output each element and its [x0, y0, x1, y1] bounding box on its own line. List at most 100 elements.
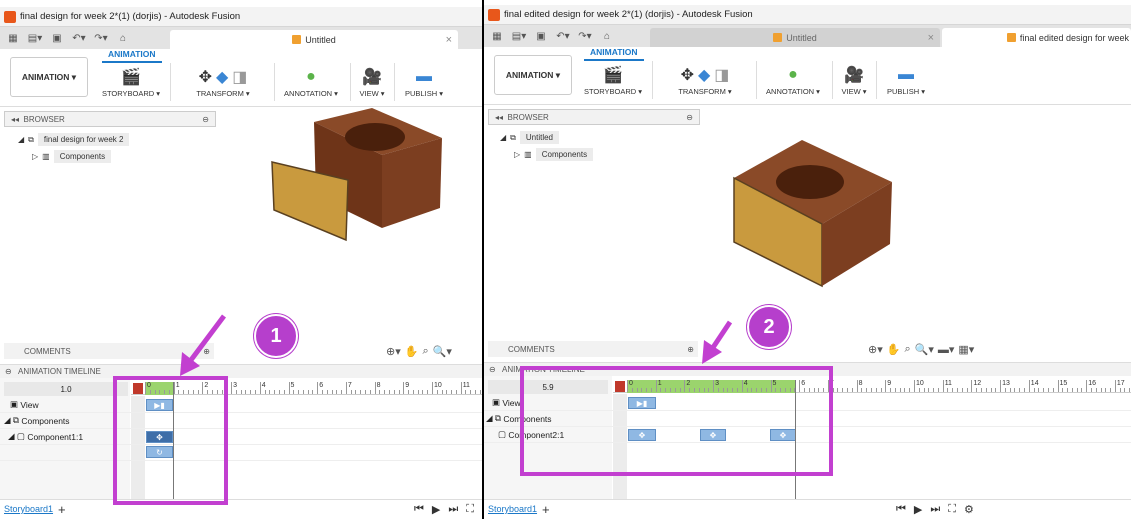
rotate-action-icon[interactable]: ↻	[146, 446, 173, 458]
save-icon[interactable]: ▣	[532, 31, 550, 42]
storyboard-group[interactable]: 🎬 STORYBOARD ▾	[582, 63, 644, 96]
grid-settings-icon[interactable]: ▦▾	[958, 343, 974, 356]
timeline-playhead[interactable]	[173, 382, 174, 499]
undo-icon[interactable]: ↶▾	[554, 31, 572, 42]
range-start-marker-icon[interactable]	[133, 383, 143, 394]
browser-components-node[interactable]: ▷ ▥ Components	[32, 150, 112, 163]
skip-start-icon[interactable]: ⏮	[414, 503, 424, 516]
app-grid-icon[interactable]: ▦	[488, 31, 506, 42]
storyboard-tab[interactable]: Storyboard1	[488, 504, 537, 514]
ruler-minor-tick	[732, 388, 734, 392]
orbit-icon[interactable]: ⊕▾	[868, 343, 883, 356]
tab-animation[interactable]: ANIMATION	[102, 49, 162, 63]
timeline-ruler[interactable]: 0 1 2 3 4 5 6 7 8 9 10 11	[131, 382, 482, 395]
fit-icon[interactable]: 🔍▾	[433, 345, 452, 358]
current-time[interactable]: 1.0	[4, 382, 128, 396]
timeline-row-component[interactable]: ▢ Component2:1	[484, 427, 1131, 443]
timeline-collapse-icon[interactable]: ⊖	[489, 365, 496, 374]
close-icon[interactable]: ×	[446, 34, 452, 46]
timeline-ruler[interactable]: 0 1 2 3 4 5 6 7 8 9 10 11 12 13 14 15 16 17	[613, 380, 1131, 393]
fullscreen-icon[interactable]: ⛶	[948, 503, 956, 516]
view-group[interactable]: 🎥 VIEW ▾	[836, 63, 872, 96]
document-tab[interactable]: Untitled ×	[170, 30, 458, 49]
timeline-playhead[interactable]	[795, 380, 796, 499]
skip-start-icon[interactable]: ⏮	[896, 503, 906, 516]
camera-action-icon[interactable]: ▶▮	[146, 399, 173, 411]
browser-root-node[interactable]: ◢ ⧉ Untitled	[500, 131, 559, 144]
browser-components-node[interactable]: ▷ ▥ Components	[514, 148, 594, 161]
timeline-collapse-icon[interactable]: ⊖	[5, 367, 12, 376]
add-comment-icon[interactable]: ⊕	[687, 345, 694, 354]
minimize-icon[interactable]: ⊖	[686, 113, 693, 122]
ruler-minor-tick	[1090, 388, 1092, 392]
collapse-icon[interactable]: ◂◂	[495, 113, 503, 122]
publish-group[interactable]: ▬ PUBLISH ▾	[882, 63, 930, 96]
annotation-group[interactable]: ● ANNOTATION ▾	[762, 63, 824, 96]
close-icon[interactable]: ×	[928, 32, 934, 44]
document-tab-active[interactable]: final edited design for week	[942, 28, 1131, 47]
add-storyboard-icon[interactable]: +	[58, 502, 66, 517]
file-icon[interactable]: ▤▾	[510, 31, 528, 42]
range-start-marker-icon[interactable]	[615, 381, 625, 392]
tab-animation[interactable]: ANIMATION	[584, 47, 644, 61]
add-comment-icon[interactable]: ⊕	[203, 347, 210, 356]
browser-panel-header[interactable]: ◂◂ BROWSER ⊖	[488, 109, 700, 125]
app-grid-icon[interactable]: ▦	[4, 33, 22, 44]
add-storyboard-icon[interactable]: +	[542, 502, 550, 517]
browser-root-node[interactable]: ◢ ⧉ final design for week 2	[18, 133, 130, 146]
current-time[interactable]: 5.9	[488, 380, 608, 394]
comments-panel[interactable]: COMMENTS ⊕	[4, 343, 214, 359]
storyboard-group[interactable]: 🎬 STORYBOARD ▾	[100, 65, 162, 98]
timeline-row-component[interactable]: ◢ ▢ Component1:1	[0, 429, 482, 445]
camera-action-icon[interactable]: ▶▮	[628, 397, 656, 409]
timeline-header[interactable]: ⊖ ANIMATION TIMELINE	[0, 364, 482, 378]
workspace-switcher[interactable]: ANIMATION ▾	[494, 55, 572, 95]
ruler-minor-tick	[937, 388, 939, 392]
fit-icon[interactable]: 🔍▾	[915, 343, 934, 356]
redo-icon[interactable]: ↷▾	[576, 31, 594, 42]
comments-panel[interactable]: COMMENTS ⊕	[488, 341, 698, 357]
zoom-icon[interactable]: ⌕	[422, 345, 428, 358]
home-icon[interactable]: ⌂	[598, 31, 616, 42]
timeline-row-components[interactable]: ◢ ⧉ Components	[0, 413, 482, 429]
move-action-icon[interactable]: ✥	[628, 429, 656, 441]
zoom-icon[interactable]: ⌕	[904, 343, 910, 356]
play-icon[interactable]: ▶	[914, 503, 922, 516]
browser-panel-header[interactable]: ◂◂ BROWSER ⊖	[4, 111, 216, 127]
undo-icon[interactable]: ↶▾	[70, 33, 88, 44]
timeline-header[interactable]: ⊖ ANIMATION TIMELINE	[484, 362, 1131, 376]
pan-icon[interactable]: ✋	[887, 343, 901, 356]
fullscreen-icon[interactable]: ⛶	[466, 503, 474, 516]
ruler-minor-tick	[990, 388, 992, 392]
timeline-row-view[interactable]: ▣ View	[0, 397, 482, 413]
pan-icon[interactable]: ✋	[405, 345, 419, 358]
save-icon[interactable]: ▣	[48, 33, 66, 44]
publish-group[interactable]: ▬ PUBLISH ▾	[400, 65, 448, 98]
collapse-icon[interactable]: ◂◂	[11, 115, 19, 124]
minimize-icon[interactable]: ⊖	[202, 115, 209, 124]
home-icon[interactable]: ⌂	[114, 33, 132, 44]
skip-end-icon[interactable]: ⏭	[448, 503, 458, 516]
move-action-icon[interactable]: ✥	[770, 429, 796, 441]
view-group[interactable]: 🎥 VIEW ▾	[354, 65, 390, 98]
transform-group[interactable]: ✥ ◆ ◨ TRANSFORM ▾	[178, 65, 268, 98]
display-settings-icon[interactable]: ▬▾	[938, 343, 955, 356]
workspace-switcher[interactable]: ANIMATION ▾	[10, 57, 88, 97]
file-icon[interactable]: ▤▾	[26, 33, 44, 44]
skip-end-icon[interactable]: ⏭	[930, 503, 940, 516]
orbit-icon[interactable]: ⊕▾	[386, 345, 401, 358]
ruler-tick	[317, 382, 319, 394]
timeline-row-view[interactable]: ▣ View	[484, 395, 1131, 411]
storyboard-tab[interactable]: Storyboard1	[4, 504, 53, 514]
document-tab[interactable]: Untitled ×	[650, 28, 940, 47]
ruler-minor-tick	[894, 388, 896, 392]
move-action-icon[interactable]: ✥	[700, 429, 726, 441]
settings-icon[interactable]: ⚙	[964, 503, 974, 516]
annotation-group[interactable]: ● ANNOTATION ▾	[280, 65, 342, 98]
ruler-minor-tick	[183, 390, 185, 394]
timeline-row-components[interactable]: ◢ ⧉ Components	[484, 411, 1131, 427]
transform-group[interactable]: ✥ ◆ ◨ TRANSFORM ▾	[660, 63, 750, 96]
redo-icon[interactable]: ↷▾	[92, 33, 110, 44]
move-action-icon[interactable]: ✥	[146, 431, 173, 443]
play-icon[interactable]: ▶	[432, 503, 440, 516]
